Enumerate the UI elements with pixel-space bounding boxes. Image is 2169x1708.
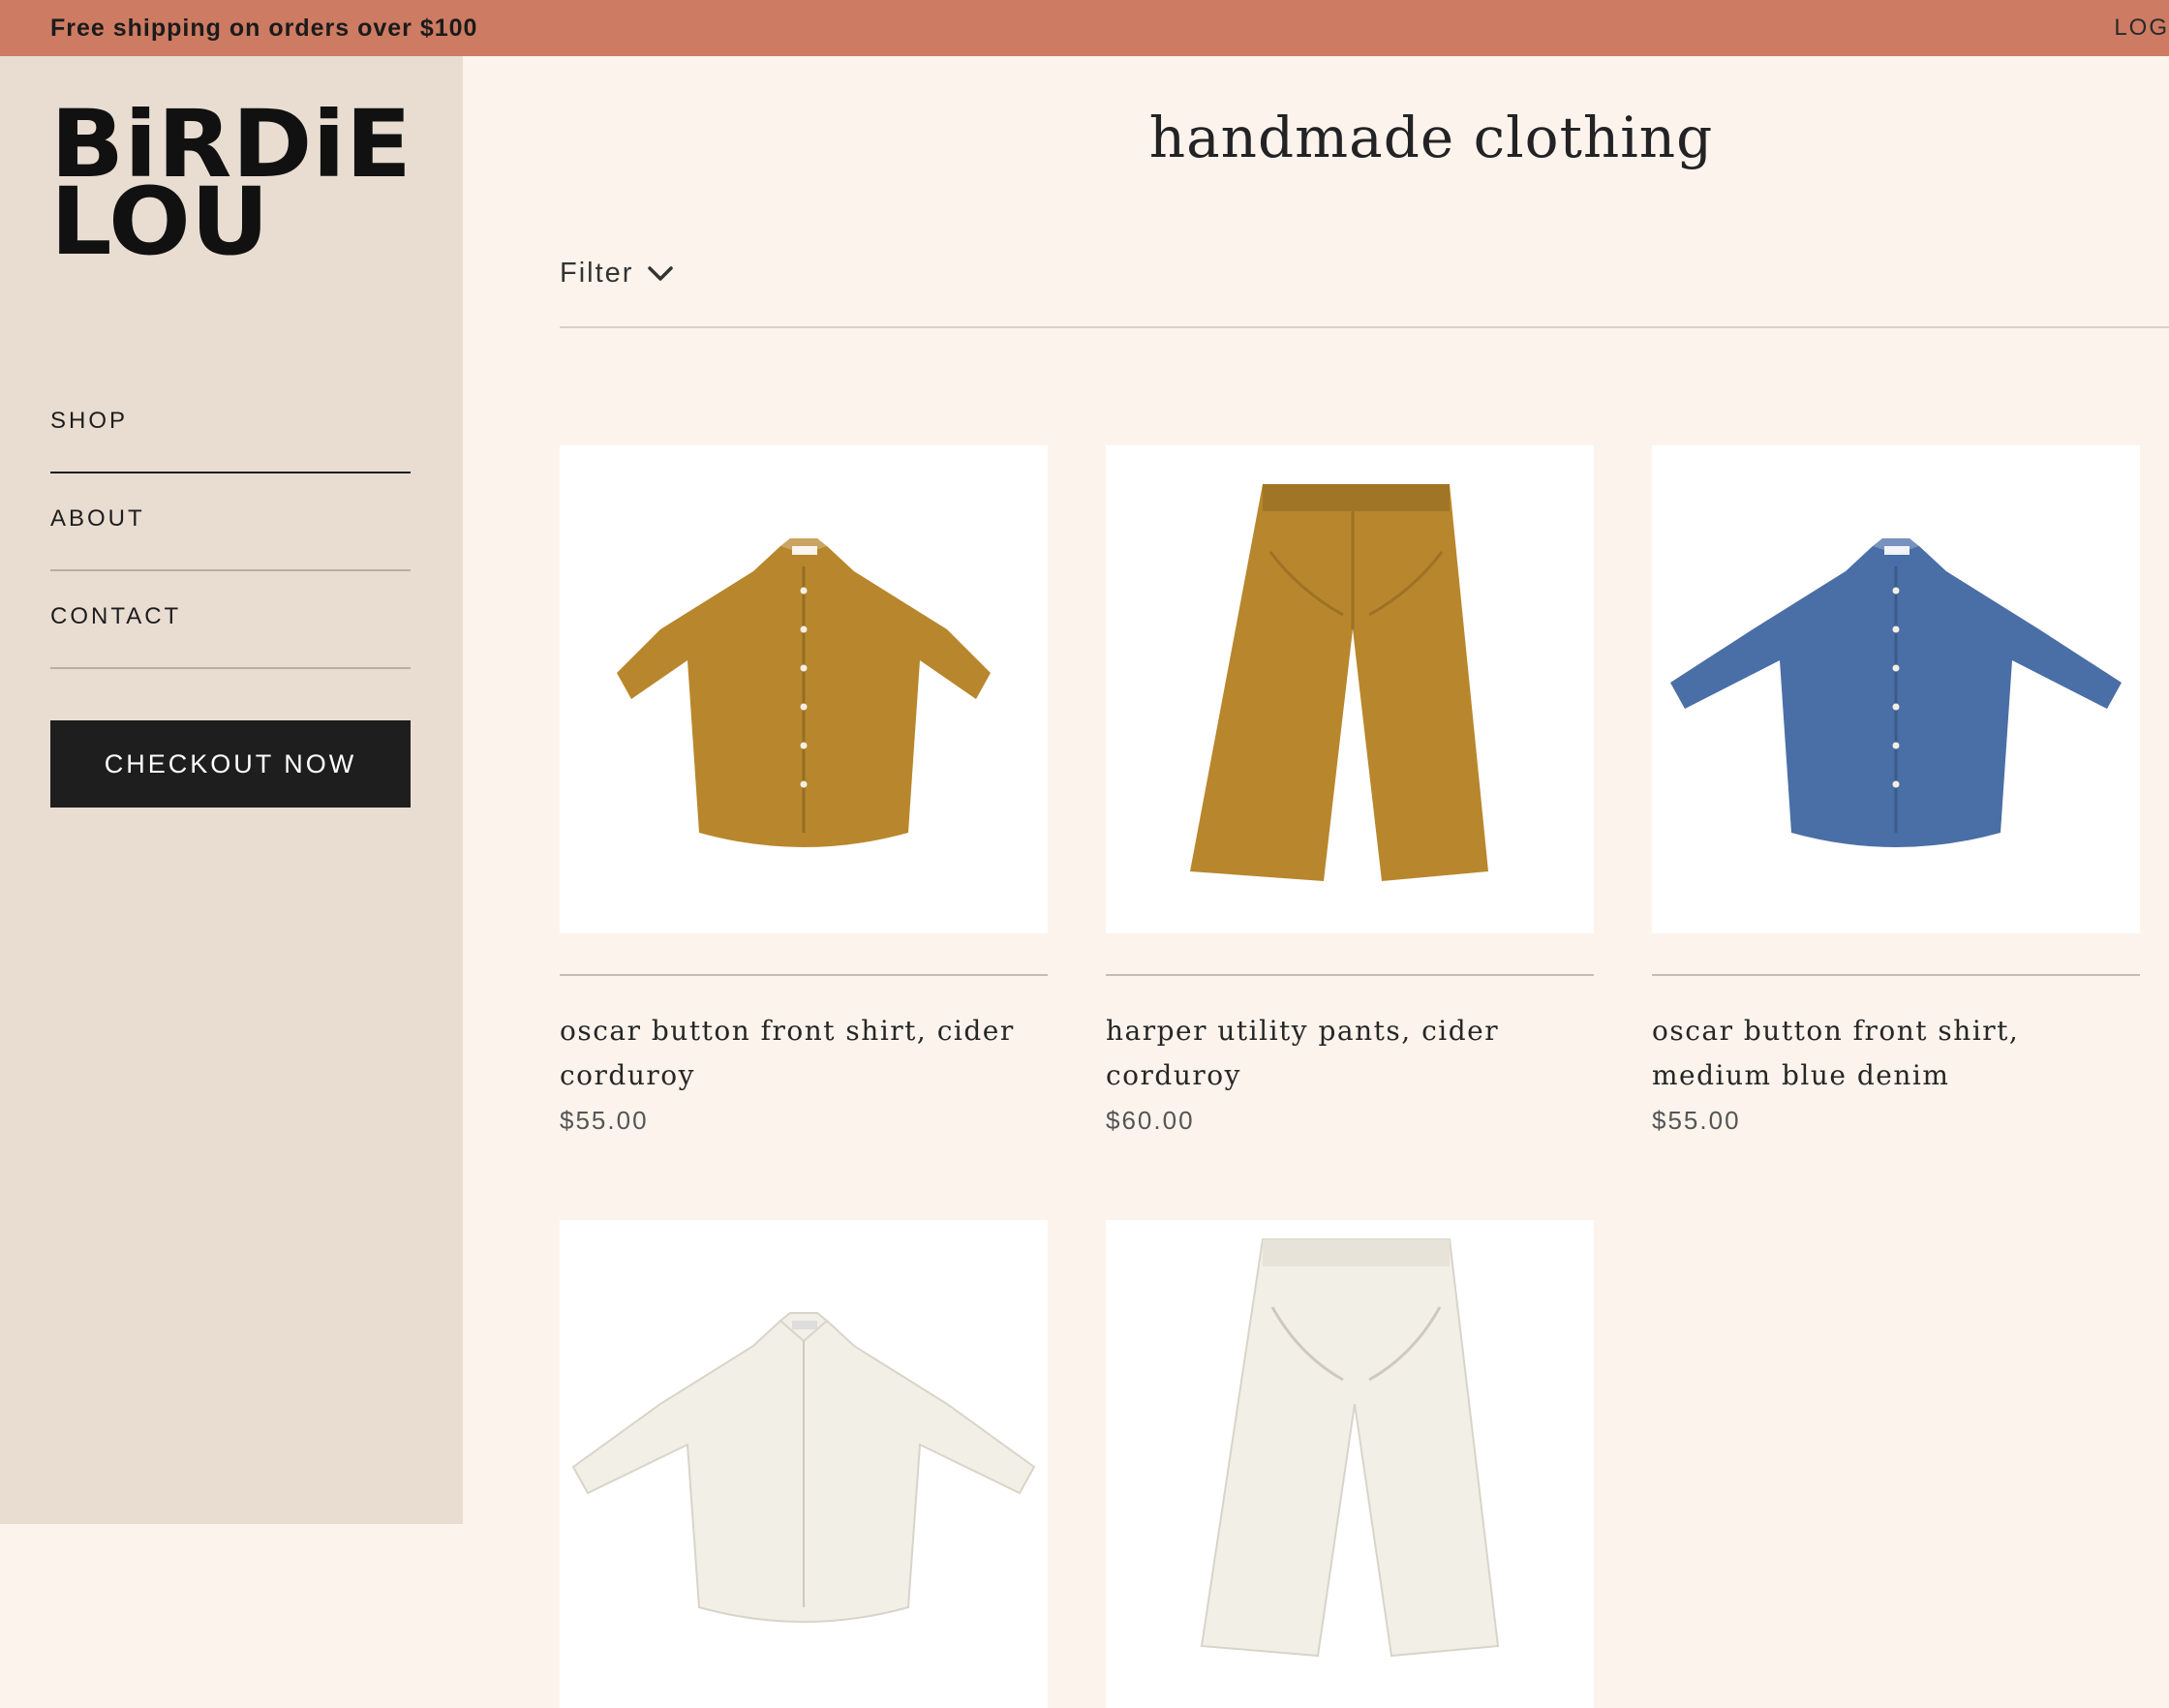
free-shipping-text: Free shipping on orders over $100	[50, 15, 478, 42]
product-image[interactable]	[1106, 1220, 1594, 1708]
pants-shape	[1200, 1238, 1500, 1658]
product-divider	[1106, 974, 1594, 976]
product-name[interactable]: harper utility pants, cider corduroy	[1106, 1009, 1594, 1098]
shirt-icon	[617, 538, 991, 847]
product-card[interactable]: harper utility pants, cider corduroy $60…	[1106, 445, 1594, 1143]
product-price: $55.00	[560, 1106, 649, 1135]
chevron-down-icon	[648, 265, 674, 281]
product-image[interactable]	[1106, 445, 1594, 933]
product-card[interactable]: oscar button front shirt, cider corduroy…	[560, 445, 1048, 1143]
logo-line-2: LOU	[50, 168, 269, 256]
product-image[interactable]	[560, 1220, 1048, 1708]
shirt-icon	[1670, 538, 2122, 847]
brand-logo[interactable]: BiRDiE LOU	[50, 107, 412, 256]
main-navigation: SHOP ABOUT CONTACT	[50, 376, 411, 669]
nav-item-contact[interactable]: CONTACT	[50, 571, 411, 669]
nav-item-shop[interactable]: SHOP	[50, 376, 411, 473]
product-price: $60.00	[1106, 1106, 1195, 1135]
product-price: $55.00	[1652, 1106, 1741, 1135]
sidebar: BiRDiE LOU SHOP ABOUT CONTACT CHECKOUT N…	[0, 56, 463, 1524]
product-image[interactable]	[560, 445, 1048, 933]
product-name[interactable]: oscar button front shirt, medium blue de…	[1652, 1009, 2140, 1098]
product-card[interactable]	[1106, 1220, 1594, 1708]
checkout-now-button[interactable]: CHECKOUT NOW	[50, 720, 411, 808]
login-link[interactable]: LOG	[2114, 0, 2169, 56]
filter-dropdown[interactable]: Filter	[560, 258, 674, 290]
nav-item-about[interactable]: ABOUT	[50, 473, 411, 571]
product-divider	[1652, 974, 2140, 976]
product-name[interactable]: oscar button front shirt, cider corduroy	[560, 1009, 1048, 1098]
pants-icon	[1190, 484, 1488, 881]
filter-label: Filter	[560, 258, 634, 289]
pants-shape	[1190, 484, 1488, 881]
product-card[interactable]	[560, 1220, 1048, 1708]
page-title: handmade clothing	[1148, 105, 1714, 170]
product-divider	[560, 974, 1048, 976]
filter-divider	[560, 326, 2169, 328]
shirt-icon	[571, 1312, 1036, 1623]
product-image[interactable]	[1652, 445, 2140, 933]
main-content: handmade clothing Filter oscar button fr…	[463, 56, 2169, 1708]
product-card[interactable]: oscar button front shirt, medium blue de…	[1652, 445, 2140, 1143]
pants-icon	[1200, 1238, 1500, 1658]
announcement-bar: Free shipping on orders over $100 LOG	[0, 0, 2169, 56]
